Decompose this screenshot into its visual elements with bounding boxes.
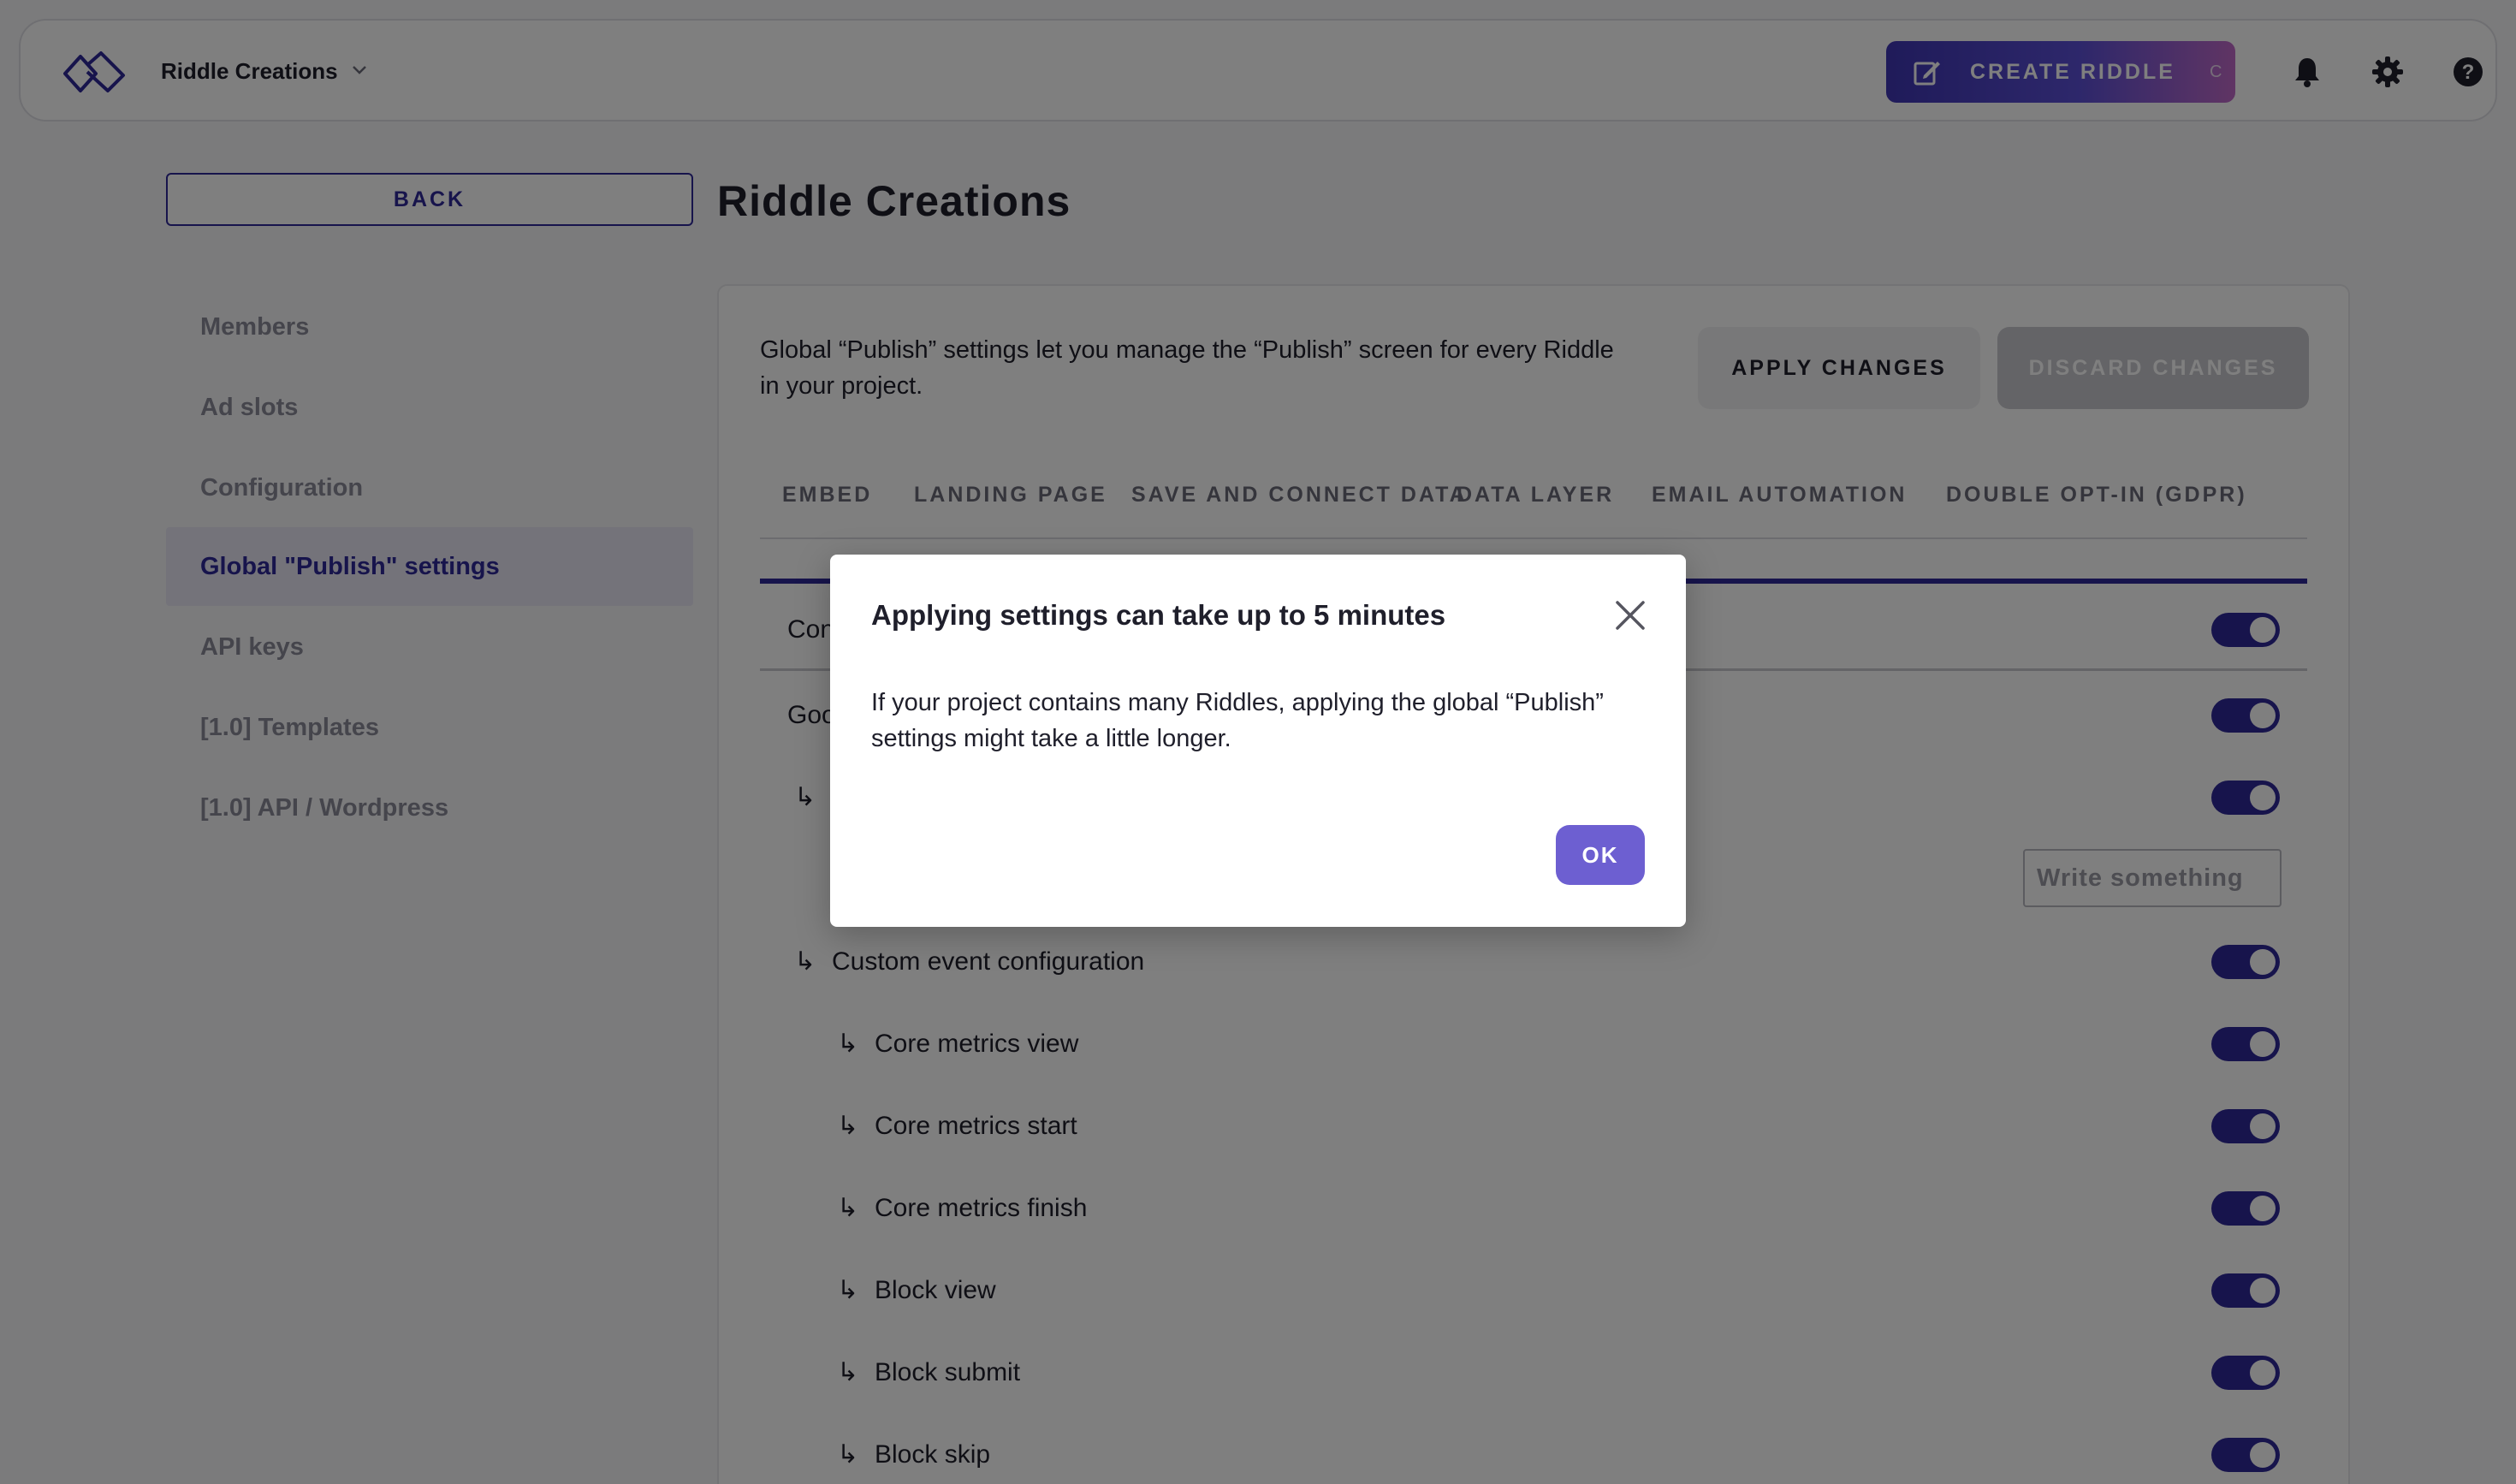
ok-button[interactable]: OK: [1556, 825, 1645, 885]
close-icon[interactable]: [1611, 596, 1650, 635]
dialog-message: If your project contains many Riddles, a…: [871, 689, 1604, 752]
dialog-title: Applying settings can take up to 5 minut…: [871, 599, 1446, 631]
apply-settings-dialog: Applying settings can take up to 5 minut…: [830, 555, 1686, 927]
